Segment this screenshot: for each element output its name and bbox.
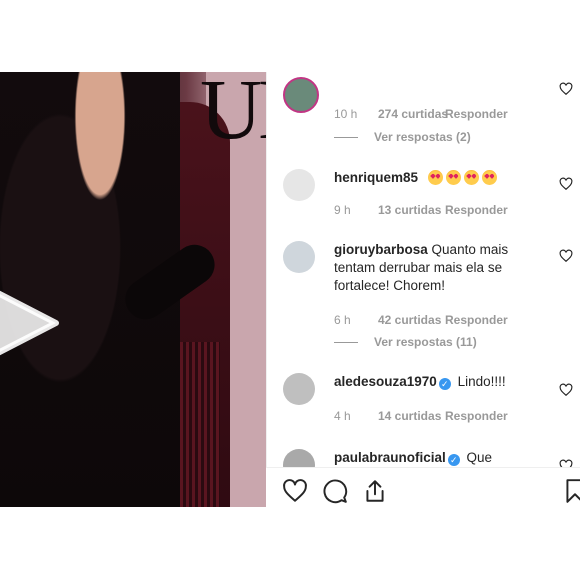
action-divider: [266, 467, 580, 468]
heart-icon[interactable]: [559, 459, 573, 467]
heart-icon[interactable]: [559, 82, 573, 96]
comment-text: Que: [466, 450, 493, 465]
comment-meta: 10 h 274 curtidas Responder: [334, 107, 508, 121]
heart-eyes-emoji: [481, 170, 497, 185]
comment-text: Lindo!!!!: [457, 374, 506, 389]
comment-time[interactable]: 6 h: [334, 313, 378, 327]
comments-list[interactable]: 10 h 274 curtidas Responder Ver resposta…: [266, 72, 580, 467]
comment-likes[interactable]: 13 curtidas: [378, 203, 445, 217]
post-action-bar: [266, 472, 580, 512]
heart-eyes-emoji: [445, 170, 461, 185]
magazine-logo: UE: [200, 72, 266, 157]
view-replies-button[interactable]: Ver respostas (11): [334, 335, 477, 349]
comment-meta: 6 h 42 curtidas Responder: [334, 313, 508, 327]
comment-time[interactable]: 4 h: [334, 409, 378, 423]
comment-likes[interactable]: 274 curtidas: [378, 107, 448, 121]
heart-icon[interactable]: [282, 478, 308, 504]
replies-line: [334, 136, 358, 138]
comment-body: aledesouza1970 ✓ Lindo!!!!: [334, 373, 524, 391]
avatar[interactable]: [283, 169, 315, 201]
comment-username[interactable]: gioruybarbosa: [334, 242, 428, 257]
comment-body: gioruybarbosa Quanto mais tentam derruba…: [334, 241, 524, 295]
comment-username[interactable]: henriquem85: [334, 170, 418, 185]
view-replies-button[interactable]: Ver respostas (2): [334, 130, 471, 144]
comment-time[interactable]: 9 h: [334, 203, 378, 217]
reply-button[interactable]: Responder: [445, 203, 508, 217]
view-replies-label: Ver respostas (2): [374, 130, 471, 144]
heart-icon[interactable]: [559, 383, 573, 397]
reply-button[interactable]: Responder: [445, 107, 508, 121]
comment-icon[interactable]: [322, 478, 348, 504]
heart-eyes-emoji: [427, 170, 443, 185]
view-replies-label: Ver respostas (11): [374, 335, 477, 349]
comment-time[interactable]: 10 h: [334, 107, 378, 121]
heart-eyes-emoji: [463, 170, 479, 185]
replies-line: [334, 341, 358, 343]
avatar[interactable]: [283, 373, 315, 405]
comment-meta: 4 h 14 curtidas Responder: [334, 409, 508, 423]
comment-body: paulabraunoficial ✓ Que: [334, 449, 554, 467]
verified-badge-icon: ✓: [447, 454, 460, 466]
comment-meta: 9 h 13 curtidas Responder: [334, 203, 508, 217]
verified-badge-icon: ✓: [438, 378, 451, 390]
comment-likes[interactable]: 14 curtidas: [378, 409, 445, 423]
comment-username[interactable]: paulabraunoficial: [334, 450, 446, 465]
share-icon[interactable]: [362, 478, 388, 504]
play-icon: [0, 290, 59, 356]
emoji-group: [427, 170, 500, 185]
play-button[interactable]: [0, 282, 60, 364]
bookmark-icon[interactable]: [562, 478, 580, 504]
comment-body: henriquem85: [334, 169, 524, 187]
comment-likes[interactable]: 42 curtidas: [378, 313, 445, 327]
heart-icon[interactable]: [559, 249, 573, 263]
avatar[interactable]: [283, 77, 319, 113]
reply-button[interactable]: Responder: [445, 313, 508, 327]
heart-icon[interactable]: [559, 177, 573, 191]
reply-button[interactable]: Responder: [445, 409, 508, 423]
avatar[interactable]: [283, 449, 315, 467]
post-media[interactable]: UE: [0, 72, 266, 507]
avatar[interactable]: [283, 241, 315, 273]
comment-username[interactable]: aledesouza1970: [334, 374, 437, 389]
